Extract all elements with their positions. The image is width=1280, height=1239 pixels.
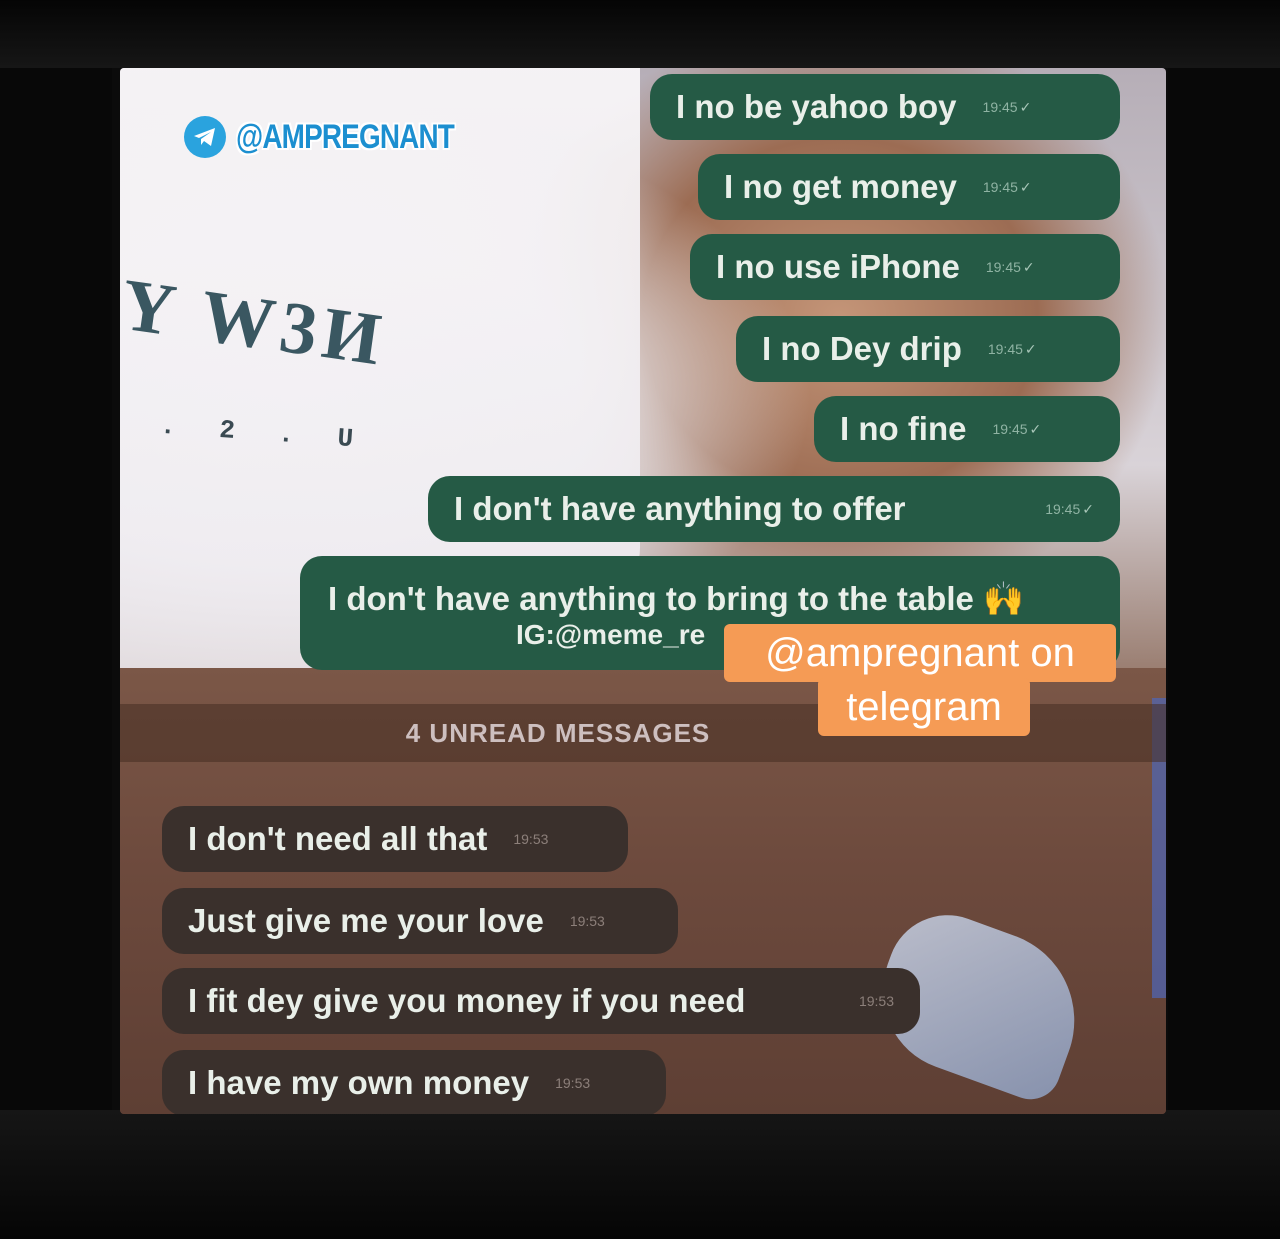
read-check-icon: ✓ xyxy=(1019,178,1032,195)
message-time: 19:45 ✓ xyxy=(982,178,1032,195)
message-bubble-outgoing[interactable]: I no get money 19:45 ✓ xyxy=(698,154,1120,220)
message-bubble-incoming[interactable]: Just give me your love 19:53 xyxy=(162,888,678,954)
message-text: I don't have anything to offer xyxy=(454,490,906,527)
message-bubble-incoming[interactable]: I fit dey give you money if you need 19:… xyxy=(162,968,920,1034)
top-black-bar xyxy=(0,0,1280,68)
message-text: I no use iPhone xyxy=(716,248,960,285)
message-bubble-outgoing[interactable]: I no fine 19:45 ✓ xyxy=(814,396,1120,462)
left-black-bar xyxy=(0,0,112,1239)
caption-line-1: @ampregnant on xyxy=(724,624,1116,682)
message-text: I don't have anything to bring to the ta… xyxy=(328,579,1025,617)
message-time: 19:45 ✓ xyxy=(1045,500,1094,517)
bottom-black-bar xyxy=(0,1110,1280,1239)
message-bubble-outgoing[interactable]: I no Dey drip 19:45 ✓ xyxy=(736,316,1120,382)
message-text: I no get money xyxy=(724,168,957,205)
right-black-bar xyxy=(1168,0,1280,1239)
message-text: I no be yahoo boy xyxy=(676,88,957,125)
message-text: Just give me your love xyxy=(188,902,544,939)
unread-label: 4 UNREAD MESSAGES xyxy=(405,717,711,748)
message-bubble-outgoing[interactable]: I no be yahoo boy 19:45 ✓ xyxy=(650,74,1120,140)
message-text: I have my own money xyxy=(188,1064,530,1101)
message-text: I no Dey drip xyxy=(762,330,962,367)
message-text: I don't need all that xyxy=(188,820,488,857)
message-time: 19:53 xyxy=(513,831,549,847)
chat-screenshot: Y W3И . 2 . U @AMPREGNANT I no be yahoo … xyxy=(120,68,1166,1114)
message-time: 19:45 ✓ xyxy=(992,420,1042,437)
read-check-icon: ✓ xyxy=(1082,500,1094,517)
read-check-icon: ✓ xyxy=(1022,258,1035,275)
caption-line-2: telegram xyxy=(818,678,1030,736)
message-time: 19:45 ✓ xyxy=(987,340,1037,357)
message-time: 19:53 xyxy=(858,993,894,1009)
message-text: I fit dey give you money if you need xyxy=(188,982,746,1019)
telegram-icon xyxy=(184,116,226,158)
read-check-icon: ✓ xyxy=(1019,98,1032,115)
message-time: 19:53 xyxy=(555,1075,591,1091)
message-bubble-incoming[interactable]: I have my own money 19:53 xyxy=(162,1050,666,1114)
message-time: 19:53 xyxy=(569,913,605,929)
message-bubble-outgoing[interactable]: I no use iPhone 19:45 ✓ xyxy=(690,234,1120,300)
telegram-watermark: @AMPREGNANT xyxy=(184,116,502,158)
read-check-icon: ✓ xyxy=(1024,340,1037,357)
message-text: I no fine xyxy=(840,410,967,447)
watermark-handle: @AMPREGNANT xyxy=(236,117,455,156)
message-bubble-incoming[interactable]: I don't need all that 19:53 xyxy=(162,806,628,872)
message-bubble-outgoing[interactable]: I don't have anything to offer 19:45 ✓ xyxy=(428,476,1120,542)
message-time: 19:45 ✓ xyxy=(982,98,1032,115)
message-caption: IG:@meme_re xyxy=(516,618,706,650)
caption-overlay: @ampregnant on telegram xyxy=(724,624,1116,736)
message-time: 19:45 ✓ xyxy=(985,258,1035,275)
read-check-icon: ✓ xyxy=(1029,420,1042,437)
